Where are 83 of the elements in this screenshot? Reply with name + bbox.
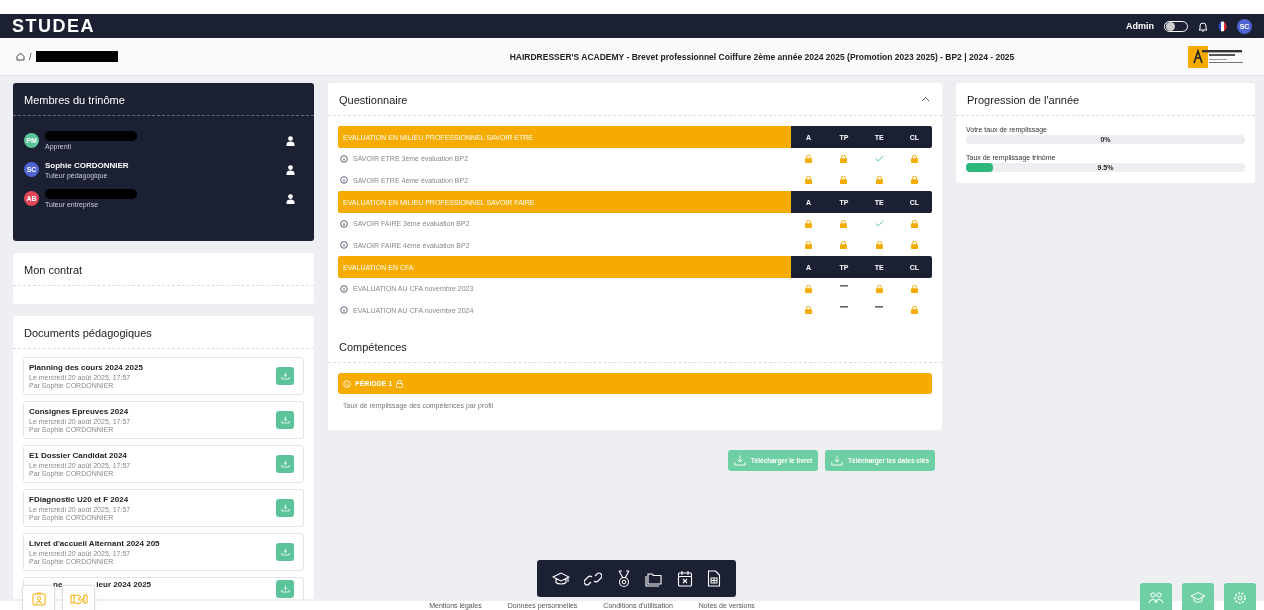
lock-icon xyxy=(840,219,848,228)
document-title: Consignes Epreuves 2024 xyxy=(29,406,130,416)
info-icon[interactable] xyxy=(340,241,348,250)
lock-icon xyxy=(840,154,848,163)
badge-button[interactable] xyxy=(22,585,55,610)
document-icon[interactable] xyxy=(707,570,722,587)
download-button[interactable] xyxy=(276,580,294,598)
check-icon xyxy=(874,154,884,162)
document-title: ieur 2024 2025 xyxy=(96,580,152,589)
card-title: Membres du trinôme xyxy=(13,83,314,116)
person-icon[interactable] xyxy=(286,135,295,146)
document-title: Livret d'accueil Alternant 2024 205 xyxy=(29,538,161,548)
download-icon xyxy=(831,455,844,466)
card-title: Progression de l'année xyxy=(956,83,1255,116)
info-icon xyxy=(343,379,351,388)
graduation-cap-icon xyxy=(1190,591,1206,605)
logo[interactable]: STUDEA xyxy=(12,15,95,37)
group-icon xyxy=(1148,591,1164,605)
handshake-icon xyxy=(69,593,88,605)
download-button[interactable] xyxy=(276,367,294,385)
bell-icon[interactable] xyxy=(1198,20,1208,32)
person-icon[interactable] xyxy=(286,193,295,204)
chevron-icon[interactable] xyxy=(921,96,930,102)
lock-icon xyxy=(840,176,848,185)
download-icon xyxy=(280,585,290,593)
document-title: Planning des cours 2024 2025 xyxy=(29,362,144,372)
member-name: Sophie CORDONNIER xyxy=(45,160,130,170)
lock-icon xyxy=(910,306,918,315)
card-title: Mon contrat xyxy=(13,253,314,286)
lock-icon xyxy=(910,219,918,228)
download-button[interactable] xyxy=(276,411,294,429)
graduation-cap-icon[interactable] xyxy=(551,570,570,587)
download-icon xyxy=(280,460,290,468)
lock-icon xyxy=(805,154,813,163)
download-icon xyxy=(280,372,290,380)
lock-icon xyxy=(840,241,848,250)
lock-icon xyxy=(805,284,813,293)
badge-icon xyxy=(31,592,46,606)
lock-icon xyxy=(805,241,813,250)
card-title: Compétences xyxy=(328,325,942,363)
calendar-icon[interactable] xyxy=(677,570,694,587)
lock-icon xyxy=(875,284,883,293)
lock-icon xyxy=(910,284,918,293)
lock-icon xyxy=(910,176,918,185)
settings-icon xyxy=(1233,591,1247,605)
document-title: FDiagnostic U20 et F 2024 xyxy=(29,494,130,504)
flag-icon[interactable] xyxy=(1218,20,1227,32)
download-icon xyxy=(280,548,290,556)
lock-icon xyxy=(910,241,918,250)
info-icon[interactable] xyxy=(340,306,348,315)
card-title: Documents pédagogiques xyxy=(13,316,314,349)
document-title: E1 Dossier Candidat 2024 xyxy=(29,450,128,460)
check-icon xyxy=(874,219,884,227)
dash-icon xyxy=(839,284,848,287)
download-button[interactable] xyxy=(276,455,294,473)
folder-icon[interactable] xyxy=(645,570,664,587)
breadcrumb-separator: / xyxy=(29,51,32,62)
download-icon xyxy=(280,504,290,512)
page-title: HAIRDRESSER'S ACADEMY - Brevet professionnel Coiffure 2ème année 2024 2025 (Promotion 2023 2025) - BP2 | 2024 - 2025 xyxy=(508,51,1016,62)
card-title: Questionnaire xyxy=(338,93,409,108)
document-title: ne xyxy=(53,580,63,589)
download-icon xyxy=(733,455,746,466)
info-icon[interactable] xyxy=(340,284,348,293)
admin-label: Admin xyxy=(1126,21,1154,31)
download-icon xyxy=(280,416,290,424)
link-icon[interactable] xyxy=(583,570,602,587)
info-icon[interactable] xyxy=(340,219,348,228)
home-icon[interactable] xyxy=(16,52,25,61)
dash-icon xyxy=(839,306,848,309)
handshake-button[interactable] xyxy=(62,585,95,610)
download-button[interactable] xyxy=(276,543,294,561)
person-icon[interactable] xyxy=(286,164,295,175)
lock-icon xyxy=(875,241,883,250)
lock-icon xyxy=(875,176,883,185)
lock-icon xyxy=(910,154,918,163)
download-button[interactable] xyxy=(276,499,294,517)
info-icon[interactable] xyxy=(340,176,348,185)
lock-icon xyxy=(396,379,404,388)
info-icon[interactable] xyxy=(340,154,348,163)
dash-icon xyxy=(875,306,884,309)
lock-icon xyxy=(805,176,813,185)
lock-icon xyxy=(805,219,813,228)
lock-icon xyxy=(805,306,813,315)
